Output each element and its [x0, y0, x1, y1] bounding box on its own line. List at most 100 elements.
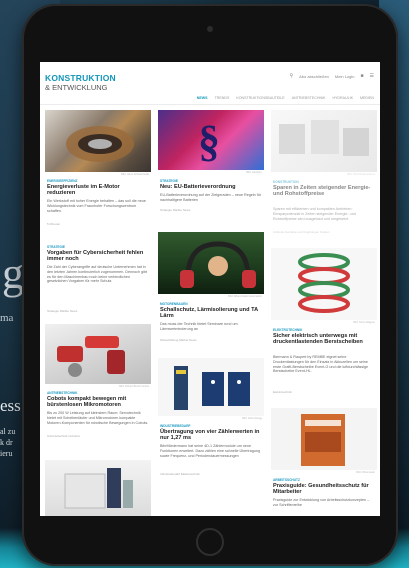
main-nav: NEWS TRENDS KONSTRUKTIONSBAUTEILE ANTRIE…	[40, 96, 380, 104]
article-meta: Antriebstechnik Cobotics	[47, 434, 81, 438]
image-caption: Bild: Kuhn-Wagner	[353, 321, 375, 324]
article-title[interactable]: Übertragung von vier Zählerwerten in nur…	[160, 429, 262, 442]
subscribe-link[interactable]: Abo abschließen	[299, 74, 329, 79]
article-teaser: BihrMiedermann hat seine 4D-1 Zählermodu…	[160, 444, 261, 458]
home-button[interactable]	[196, 528, 224, 556]
article-meta: Weiterbildung Märkte News	[160, 338, 197, 342]
image-caption: Bild: Wittenstein	[356, 471, 375, 474]
article-meta: Antriebe Getriebe und Kupplungen Kosten	[273, 230, 330, 234]
robot-graphic	[57, 336, 125, 377]
nav-divider	[40, 104, 380, 105]
article-meta: Strategie Märkte News	[47, 309, 78, 313]
article-card[interactable]: § Bild: Hertkorn STRATEGIE Neu: EU-Batte…	[158, 110, 264, 226]
camera-icon	[207, 26, 213, 32]
article-category[interactable]: STRATEGIE	[47, 245, 65, 249]
motors-graphic	[279, 120, 369, 156]
article-image	[45, 324, 151, 384]
image-caption: Bild: Hans Schwarzwald	[121, 173, 149, 176]
article-meta: Industriebedarf Elektrotechnik	[160, 472, 200, 476]
image-caption: Bild: Rhein-Nadel Automation	[228, 295, 262, 298]
article-title[interactable]: Schallschutz, Lärmisolierung und TA Lärm	[160, 307, 262, 320]
book-graphic	[301, 414, 345, 466]
image-caption: Bild: Nord Drivesystems	[347, 173, 375, 176]
background-snippet: ma	[0, 312, 14, 324]
nav-item-konstruktionsbauteile[interactable]: KONSTRUKTIONSBAUTEILE	[236, 96, 284, 104]
nav-item-hydraulik[interactable]: HYDRAULIK	[332, 96, 353, 104]
nav-item-news[interactable]: NEWS	[197, 96, 208, 104]
paragraph-icon: §	[198, 117, 220, 166]
coil-graphic	[66, 126, 134, 162]
background-line: al zu	[0, 427, 16, 436]
article-card[interactable]: Bild: Ziehl-Abegg INDUSTRIEBEDARF Übertr…	[158, 358, 264, 484]
rings-graphic	[298, 253, 350, 313]
article-meta: Elektrotechnik	[273, 390, 292, 394]
background-line: ieru	[0, 449, 13, 458]
nav-item-trends[interactable]: TRENDS	[215, 96, 230, 104]
article-image	[158, 358, 264, 416]
article-teaser: Praxisguide zur Entwicklung von Arbeitss…	[273, 498, 370, 507]
article-meta: Strategie Märkte News	[160, 208, 191, 212]
background-lines: al zu k dr ieru	[0, 426, 15, 459]
background-line: k dr	[0, 438, 13, 447]
search-icon[interactable]: ⚲	[289, 73, 293, 79]
article-card[interactable]	[45, 460, 151, 516]
machine-graphic	[64, 468, 133, 509]
article-teaser: Die Zahl der Cyberangriffe auf deutsche …	[47, 265, 148, 284]
logo-line2: & ENTWICKLUNG	[45, 83, 108, 92]
article-title[interactable]: Vorgaben für Cybersicherheit fehlen imme…	[47, 250, 149, 263]
article-title[interactable]: Sicher elektrisch unterwegs mit druckent…	[273, 333, 375, 346]
image-caption: Bild: Ziehl-Abegg	[242, 417, 262, 420]
social-icon[interactable]: ■	[360, 73, 363, 79]
article-image	[45, 460, 151, 516]
top-tools: ⚲ Abo abschließen Mein Login ■ ☰	[289, 73, 374, 79]
menu-icon[interactable]: ☰	[370, 73, 374, 79]
logo-line1: KONSTRUKTION	[45, 73, 116, 83]
article-category[interactable]: ANTRIEBSTECHNIK	[47, 391, 77, 395]
article-card[interactable]: Bild: Rhein-Nadel Automation MOTORENBAUE…	[158, 232, 264, 352]
article-card[interactable]: Bild: Nord Drivesystems KONSTRUKTION Spa…	[271, 110, 377, 238]
article-image	[158, 232, 264, 294]
article-card[interactable]: Bild: Hans Schwarzwald ENERGIEEFFIZIENZ …	[45, 110, 151, 232]
background-letter: g	[2, 249, 24, 298]
article-image	[45, 110, 151, 172]
article-category[interactable]: ENERGIEEFFIZIENZ	[47, 179, 77, 183]
headphones-graphic	[180, 241, 256, 288]
article-card[interactable]: Bild: Wittenstein ARBEITSSCHUTZ Praxisgu…	[271, 408, 377, 516]
article-title[interactable]: Sparen in Zeiten steigender Energie- und…	[273, 185, 375, 198]
image-caption: Bild: Hertkorn	[246, 171, 262, 174]
article-category[interactable]: ELEKTROTECHNIK	[273, 328, 302, 332]
article-title[interactable]: Energieverluste im E-Motor reduzieren	[47, 184, 149, 197]
article-title[interactable]: Praxisguide: Gesundheitsschutz für Mitar…	[273, 483, 375, 496]
article-meta: 5 Minuten	[47, 222, 61, 226]
article-image	[271, 408, 377, 470]
tablet-device: KONSTRUKTION & ENTWICKLUNG ⚲ Abo abschli…	[22, 4, 398, 566]
article-image	[271, 110, 377, 172]
login-link[interactable]: Mein Login	[335, 74, 355, 79]
article-teaser: Das muss der Technik bietet Seminare run…	[160, 322, 238, 331]
tablet-screen: KONSTRUKTION & ENTWICKLUNG ⚲ Abo abschli…	[40, 62, 380, 516]
article-category[interactable]: STRATEGIE	[160, 179, 178, 183]
article-teaser: Ein Werkstoff mit hoher Energie behalten…	[47, 199, 146, 213]
article-image: §	[158, 110, 264, 170]
background-word: ess	[0, 396, 21, 415]
image-caption: Bild: Robert Bosch GmbH	[119, 385, 149, 388]
article-card[interactable]: Bild: Kuhn-Wagner ELEKTROTECHNIK Sicher …	[271, 248, 377, 398]
nav-item-medien[interactable]: MEDIEN	[360, 96, 374, 104]
article-teaser: Bis zu 200 W Leistung auf kleinstem Raum…	[47, 411, 149, 425]
site-logo[interactable]: KONSTRUKTION & ENTWICKLUNG	[45, 74, 116, 92]
article-title[interactable]: Neu: EU-Batterieverordnung	[160, 184, 262, 190]
article-card[interactable]: STRATEGIE Vorgaben für Cybersicherheit f…	[45, 241, 151, 321]
article-category[interactable]: INDUSTRIEBEDARF	[160, 424, 190, 428]
svg-text:§: §	[198, 117, 220, 166]
article-category[interactable]: MOTORENBAUEN	[160, 302, 188, 306]
article-teaser: Sparen mit effizienten und kompakten Ant…	[273, 207, 356, 221]
article-teaser: Biermann & Raupert by REMBE eignet seine…	[273, 355, 369, 374]
modules-graphic	[174, 366, 250, 410]
article-title[interactable]: Cobots kompakt bewegen mit bürstenlosen …	[47, 396, 149, 409]
article-category[interactable]: ARBEITSSCHUTZ	[273, 478, 300, 482]
article-card[interactable]: Bild: Robert Bosch GmbH ANTRIEBSTECHNIK …	[45, 324, 151, 442]
article-teaser: EU-Batterieverordnung auf der Zielgerade…	[160, 193, 262, 202]
nav-item-antriebstechnik[interactable]: ANTRIEBSTECHNIK	[292, 96, 326, 104]
article-category[interactable]: KONSTRUKTION	[273, 180, 299, 184]
site-header: KONSTRUKTION & ENTWICKLUNG ⚲ Abo abschli…	[40, 62, 380, 105]
